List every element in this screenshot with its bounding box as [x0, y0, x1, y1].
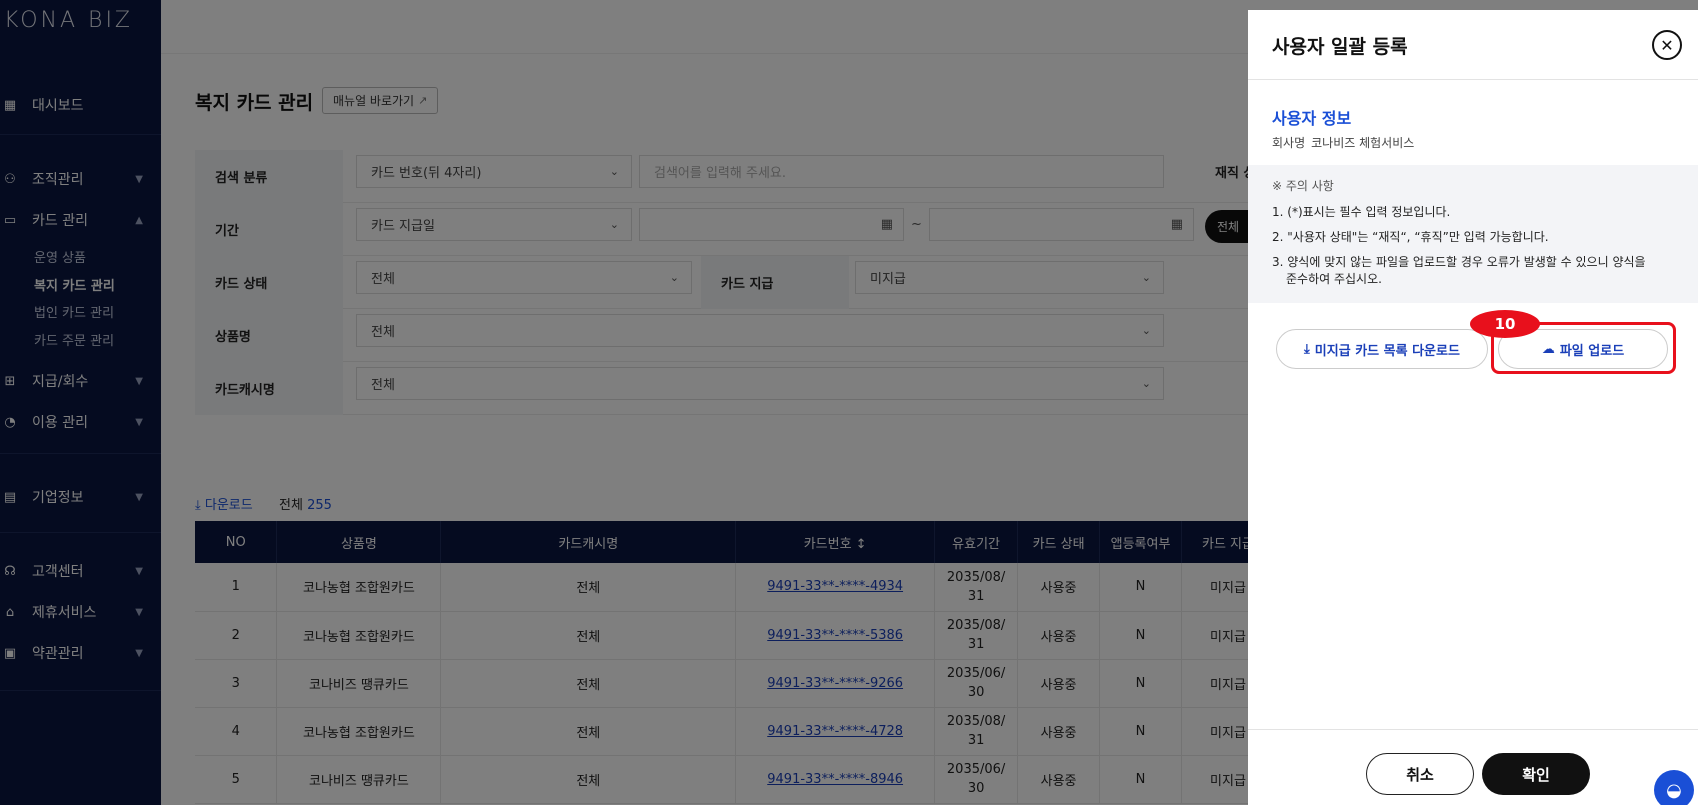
bulk-register-drawer: 사용자 일괄 등록 ✕ 사용자 정보 회사명 코나비즈 체험서비스 ※ 주의 사항… — [1248, 10, 1698, 805]
notice-line: 준수하여 주십시오. — [1286, 272, 1382, 286]
download-icon: ⤓ — [1304, 341, 1310, 357]
notice-line: 3. 양식에 맞지 않는 파일을 업로드할 경우 오류가 발생할 수 있으니 양… — [1272, 255, 1646, 269]
drawer-title: 사용자 일괄 등록 — [1272, 36, 1408, 58]
notice-item: 2. "사용자 상태"는 “재직“, “휴직”만 입력 가능합니다. — [1272, 230, 1549, 244]
step-badge: 10 — [1470, 310, 1540, 338]
notice-item: 3. 양식에 맞지 않는 파일을 업로드할 경우 오류가 발생할 수 있으니 양… — [1272, 254, 1674, 288]
notice-heading: ※ 주의 사항 — [1272, 179, 1334, 193]
notice-item: 1. (*)표시는 필수 입력 정보입니다. — [1272, 205, 1451, 219]
chat-button[interactable]: ◒ — [1654, 770, 1694, 805]
close-icon: ✕ — [1660, 35, 1674, 55]
company-info: 회사명 코나비즈 체험서비스 — [1272, 134, 1414, 151]
chat-icon: ◒ — [1666, 779, 1682, 801]
divider — [1248, 729, 1698, 730]
confirm-button[interactable]: 확인 — [1482, 753, 1590, 795]
company-value: 코나비즈 체험서비스 — [1311, 136, 1415, 150]
cancel-button[interactable]: 취소 — [1366, 753, 1474, 795]
button-label: 미지급 카드 목록 다운로드 — [1314, 343, 1460, 359]
close-button[interactable]: ✕ — [1652, 30, 1682, 60]
divider — [1248, 79, 1698, 80]
download-unpaid-list-button[interactable]: ⤓ 미지급 카드 목록 다운로드 — [1276, 329, 1488, 369]
company-label: 회사명 — [1272, 136, 1306, 150]
section-title: 사용자 정보 — [1272, 109, 1352, 128]
notice-box: ※ 주의 사항 1. (*)표시는 필수 입력 정보입니다. 2. "사용자 상… — [1248, 165, 1698, 303]
